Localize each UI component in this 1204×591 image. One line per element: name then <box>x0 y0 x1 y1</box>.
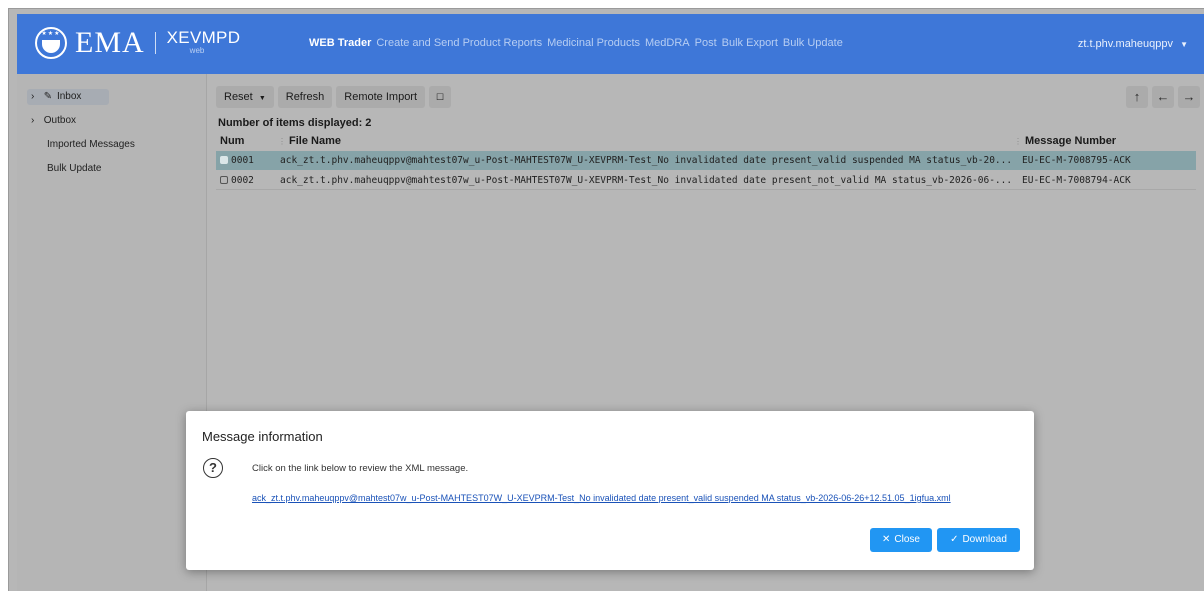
remote-import-button[interactable]: Remote Import <box>336 86 426 108</box>
top-header: ★★★ EMA XEVMPD web WEB Trader Create and… <box>17 14 1204 74</box>
nav-web-trader[interactable]: WEB Trader <box>309 37 371 49</box>
product-sub: web <box>189 46 205 55</box>
chevron-right-icon: › <box>31 91 35 102</box>
caret-down-icon: ▼ <box>1180 40 1188 49</box>
reset-label: Reset <box>224 91 253 103</box>
column-header-label: Message Number <box>1025 135 1117 147</box>
row-message-number: EU-EC-M-7008794-ACK <box>1022 175 1131 186</box>
app-window: ★★★ EMA XEVMPD web WEB Trader Create and… <box>0 0 1204 591</box>
close-icon: ✕ <box>882 534 891 545</box>
nav-bulk-export[interactable]: Bulk Export <box>722 37 778 49</box>
main-nav: WEB Trader Create and Send Product Repor… <box>309 37 848 49</box>
logo-text: EMA <box>75 26 145 59</box>
dialog-title: Message information <box>202 429 323 444</box>
sidebar-item-inbox[interactable]: › ✎ Inbox <box>27 89 109 105</box>
square-icon[interactable]: ☐ <box>429 86 452 108</box>
row-num: 0002 <box>231 175 254 186</box>
row-file-name: ack_zt.t.phv.maheuqppv@mahtest07w_u-Post… <box>280 155 1013 166</box>
question-circle-icon: ? <box>203 458 223 478</box>
table-row[interactable]: 0001 ack_zt.t.phv.maheuqppv@mahtest07w_u… <box>216 151 1196 170</box>
close-label: Close <box>894 534 920 545</box>
caret-down-icon: ▼ <box>258 95 266 102</box>
table-row[interactable]: 0002 ack_zt.t.phv.maheuqppv@mahtest07w_u… <box>216 171 1196 190</box>
chevron-right-icon: › <box>31 115 35 126</box>
nav-bulk-update[interactable]: Bulk Update <box>783 37 843 49</box>
xml-message-link[interactable]: ack_zt.t.phv.maheuqppv@mahtest07w_u-Post… <box>252 493 951 503</box>
sidebar-item-label: Imported Messages <box>47 139 135 150</box>
nav-arrows: ↑ ← → <box>1122 86 1200 108</box>
column-header-message-number[interactable]: ⋮ Message Number <box>1014 133 1116 149</box>
arrow-left-icon[interactable]: ← <box>1152 86 1174 108</box>
sidebar-item-label: Bulk Update <box>47 163 102 174</box>
column-header-label: File Name <box>289 135 341 147</box>
pencil-icon: ✎ <box>43 91 53 102</box>
logo-divider <box>154 32 156 54</box>
column-header-num[interactable]: Num <box>220 133 244 149</box>
user-menu[interactable]: zt.t.phv.maheuqppv ▼ <box>1078 38 1188 50</box>
arrow-right-icon[interactable]: → <box>1178 86 1200 108</box>
nav-post[interactable]: Post <box>695 37 717 49</box>
sidebar-item-imported-messages[interactable]: Imported Messages <box>47 137 135 153</box>
check-icon: ✓ <box>950 534 959 545</box>
toolbar: Reset ▼ Refresh Remote Import ☐ <box>216 86 455 108</box>
user-name: zt.t.phv.maheuqppv <box>1077 38 1174 50</box>
row-message-number: EU-EC-M-7008795-ACK <box>1022 155 1131 166</box>
download-label: Download <box>962 534 1007 545</box>
download-button[interactable]: ✓ Download <box>937 528 1020 552</box>
nav-meddra[interactable]: MedDRA <box>645 37 690 49</box>
sidebar-item-label: Inbox <box>56 91 82 102</box>
arrow-up-icon[interactable]: ↑ <box>1126 86 1148 108</box>
row-num: 0001 <box>231 155 254 166</box>
ema-emblem-icon: ★★★ <box>35 27 67 59</box>
nav-medicinal-products[interactable]: Medicinal Products <box>547 37 640 49</box>
close-button[interactable]: ✕ Close <box>870 528 932 552</box>
sidebar-item-outbox[interactable]: › Outbox <box>27 113 76 129</box>
column-header-file-name[interactable]: ⋮ File Name <box>278 133 341 149</box>
refresh-button[interactable]: Refresh <box>277 86 333 108</box>
reset-button[interactable]: Reset ▼ <box>216 86 274 108</box>
sidebar-item-label: Outbox <box>43 115 77 126</box>
dialog-message: Click on the link below to review the XM… <box>252 463 469 474</box>
sidebar-item-bulk-update[interactable]: Bulk Update <box>47 161 101 177</box>
row-file-name: ack_zt.t.phv.maheuqppv@mahtest07w_u-Post… <box>280 175 1013 186</box>
row-checkbox[interactable] <box>220 155 228 164</box>
nav-create-send-reports[interactable]: Create and Send Product Reports <box>376 37 542 49</box>
row-checkbox[interactable] <box>220 175 228 184</box>
sidebar: › ✎ Inbox › Outbox Imported Messages Bul… <box>17 74 207 591</box>
ema-logo[interactable]: ★★★ EMA XEVMPD web <box>35 27 240 59</box>
message-info-dialog: Message information ? Click on the link … <box>186 411 1034 570</box>
items-count: Number of items displayed: 2 <box>218 117 372 129</box>
